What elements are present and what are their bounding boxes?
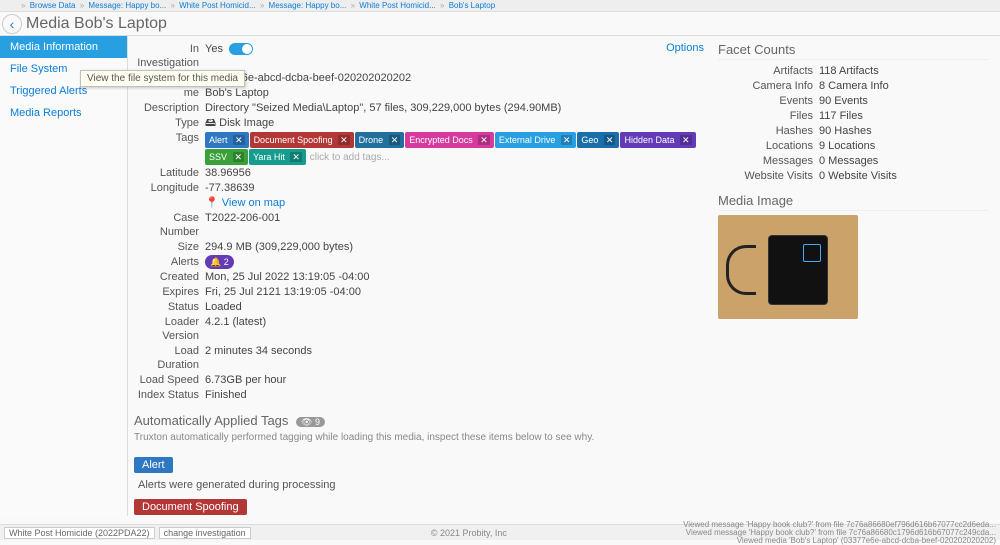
facet-row[interactable]: Files117 Files — [718, 109, 988, 123]
auto-tags-subtitle: Truxton automatically performed tagging … — [134, 432, 988, 443]
copyright: © 2021 Probity, Inc — [255, 528, 683, 538]
media-image-title: Media Image — [718, 193, 988, 211]
tag-alert[interactable]: Alert ✕ — [205, 132, 249, 148]
facets-column: Facet Counts Artifacts118 ArtifactsCamer… — [718, 42, 988, 403]
tag-ssv[interactable]: SSV ✕ — [205, 149, 248, 165]
remove-tag-icon[interactable]: ✕ — [233, 152, 245, 162]
details-column: Options In Investigation Yes ID03377e6e-… — [134, 42, 708, 403]
sidebar-item-media-reports[interactable]: Media Reports — [0, 102, 127, 124]
remove-tag-icon[interactable]: ✕ — [389, 135, 401, 145]
facet-row[interactable]: Events90 Events — [718, 94, 988, 108]
facet-row[interactable]: Hashes90 Hashes — [718, 124, 988, 138]
case-button[interactable]: White Post Homicide (2022PDA22) — [4, 527, 155, 539]
auto-tags-heading: Automatically Applied Tags 👁 9 — [134, 413, 988, 428]
remove-tag-icon[interactable]: ✕ — [338, 135, 350, 145]
remove-tag-icon[interactable]: ✕ — [680, 135, 692, 145]
breadcrumb[interactable]: » Browse Data » Message: Happy bo... » W… — [0, 0, 1000, 12]
activity-log: Viewed message 'Happy book club?' from f… — [683, 521, 996, 545]
facet-row[interactable]: Messages0 Messages — [718, 154, 988, 168]
title-bar: ‹ Media Bob's Laptop — [0, 12, 1000, 36]
facet-row[interactable]: Camera Info8 Camera Info — [718, 79, 988, 93]
status-bar: White Post Homicide (2022PDA22) change i… — [0, 524, 1000, 540]
applied-tag-document-spoofing[interactable]: Document Spoofing — [134, 499, 247, 515]
file-system-tooltip: View the file system for this media — [80, 70, 245, 87]
sidebar-item-media-information[interactable]: Media Information — [0, 36, 127, 58]
facet-counts-title: Facet Counts — [718, 42, 988, 60]
investigation-toggle[interactable] — [229, 43, 253, 55]
tag-yara-hit[interactable]: Yara Hit ✕ — [249, 149, 306, 165]
facet-row[interactable]: Artifacts118 Artifacts — [718, 64, 988, 78]
facet-row[interactable]: Website Visits0 Website Visits — [718, 169, 988, 183]
tag-geo[interactable]: Geo ✕ — [577, 132, 619, 148]
facet-row[interactable]: Locations9 Locations — [718, 139, 988, 153]
add-tag-hint[interactable]: click to add tags... — [307, 152, 390, 163]
applied-tag-alert[interactable]: Alert — [134, 457, 173, 473]
tag-encrypted-docs[interactable]: Encrypted Docs ✕ — [405, 132, 494, 148]
remove-tag-icon[interactable]: ✕ — [478, 135, 490, 145]
tag-hidden-data[interactable]: Hidden Data ✕ — [620, 132, 695, 148]
tag-list[interactable]: Alert ✕Document Spoofing ✕Drone ✕Encrypt… — [205, 131, 708, 165]
options-link[interactable]: Options — [666, 42, 704, 54]
content-pane: Options In Investigation Yes ID03377e6e-… — [128, 36, 1000, 516]
sidebar: Media Information File System Triggered … — [0, 36, 128, 516]
remove-tag-icon[interactable]: ✕ — [290, 152, 302, 162]
tag-external-drive[interactable]: External Drive ✕ — [495, 132, 577, 148]
view-on-map-link[interactable]: 📍 View on map — [205, 197, 285, 209]
media-image[interactable] — [718, 215, 858, 319]
remove-tag-icon[interactable]: ✕ — [561, 135, 573, 145]
remove-tag-icon[interactable]: ✕ — [604, 135, 616, 145]
auto-tags-count: 👁 9 — [296, 417, 325, 427]
tag-drone[interactable]: Drone ✕ — [355, 132, 405, 148]
tag-document-spoofing[interactable]: Document Spoofing ✕ — [250, 132, 354, 148]
page-title: Media Bob's Laptop — [26, 15, 167, 33]
back-button[interactable]: ‹ — [2, 14, 22, 34]
alerts-badge[interactable]: 🔔 2 — [205, 255, 234, 269]
remove-tag-icon[interactable]: ✕ — [233, 135, 245, 145]
change-investigation-button[interactable]: change investigation — [159, 527, 251, 539]
